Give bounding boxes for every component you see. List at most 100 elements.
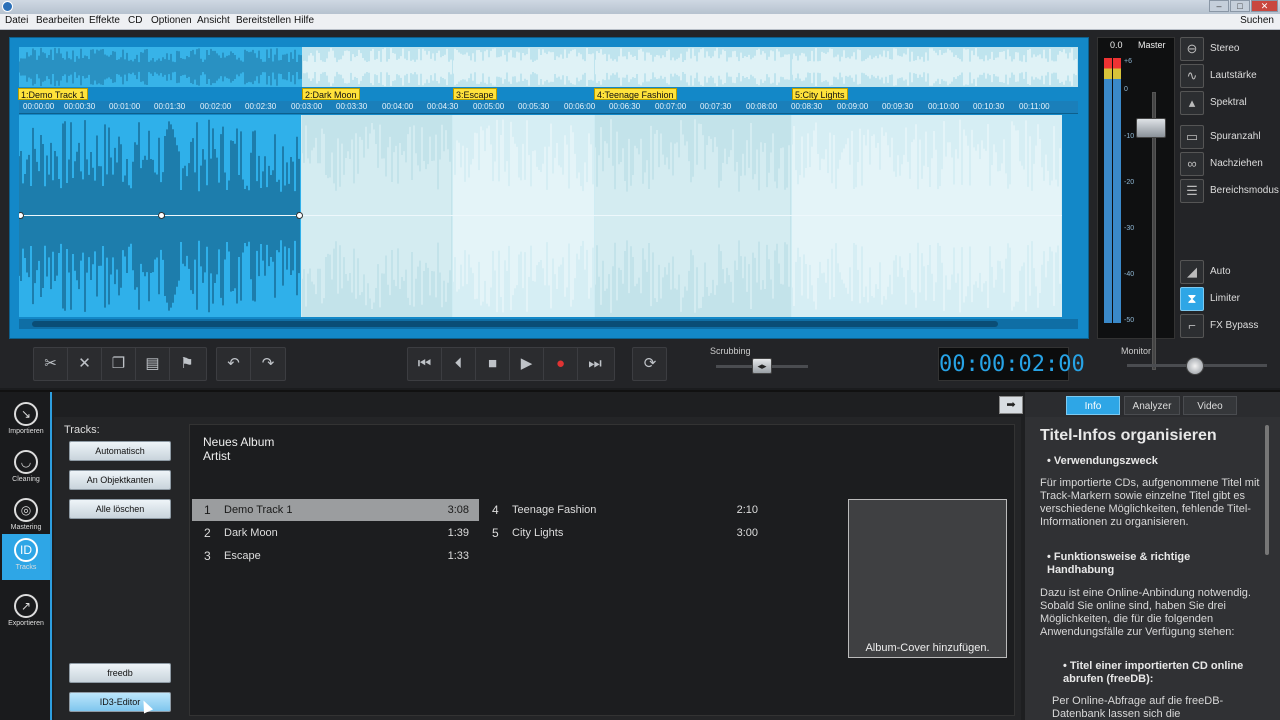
tab-analyzer[interactable]: Analyzer [1124, 396, 1180, 415]
play-icon[interactable]: ▶ [510, 348, 544, 380]
copy-icon[interactable]: ❐ [102, 348, 136, 380]
minimize-button[interactable]: – [1209, 0, 1229, 12]
ruler-tick: 00:07:30 [700, 102, 732, 111]
maximize-button[interactable]: □ [1230, 0, 1250, 12]
tab-video[interactable]: Video [1183, 396, 1237, 415]
info-title: Titel-Infos organisieren [1040, 427, 1217, 444]
track-marker-2[interactable]: 2:Dark Moon [302, 88, 360, 100]
nav-cleaning[interactable]: ◡ Cleaning [2, 446, 50, 492]
delete-icon[interactable]: ✕ [68, 348, 102, 380]
id3-editor-button[interactable]: ID3-Editor [69, 692, 171, 712]
track-number: 4 [492, 503, 499, 517]
track-region-3[interactable] [453, 115, 594, 317]
track-list-item[interactable]: 2 Dark Moon 1:39 [192, 522, 479, 544]
main-waveform[interactable] [19, 115, 1062, 317]
track-marker-1[interactable]: 1:Demo Track 1 [18, 88, 88, 100]
menu-bearbeiten[interactable]: Bearbeiten [36, 15, 84, 26]
track-list-item[interactable]: 4 Teenage Fashion 2:10 [480, 499, 768, 521]
menu-effekte[interactable]: Effekte [89, 15, 120, 26]
stereo-icon[interactable]: ⊖ [1180, 37, 1204, 61]
track-marker-5[interactable]: 5:City Lights [792, 88, 848, 100]
menu-cd[interactable]: CD [128, 15, 142, 26]
horizontal-scrollbar[interactable] [19, 319, 1078, 329]
fx-bypass-icon[interactable]: ⌐ [1180, 314, 1204, 338]
limiter-label: Limiter [1210, 293, 1241, 304]
ruler-tick: 00:10:30 [973, 102, 1005, 111]
track-region-2[interactable] [302, 115, 452, 317]
nav-tracks[interactable]: ID Tracks [2, 534, 50, 580]
previous-icon[interactable]: ⏴ [442, 348, 476, 380]
freedb-button[interactable]: freedb [69, 663, 171, 683]
ruler-tick: 00:07:00 [655, 102, 687, 111]
menu-hilfe[interactable]: Hilfe [294, 15, 314, 26]
album-title[interactable]: Neues Album [203, 435, 274, 449]
stop-icon[interactable]: ■ [476, 348, 510, 380]
meter-scale-label: 0 [1124, 86, 1128, 93]
range-mode-icon[interactable]: ☰ [1180, 179, 1204, 203]
track-name: Teenage Fashion [512, 504, 597, 516]
waveform-graphic [595, 47, 790, 87]
menu-datei[interactable]: Datei [5, 15, 28, 26]
overview-waveform[interactable] [19, 47, 1078, 87]
nav-export[interactable]: ↗ Exportieren [2, 590, 50, 636]
undo-icon[interactable]: ↶ [217, 348, 251, 380]
scrollbar-thumb[interactable] [32, 321, 998, 327]
volume-handle[interactable] [296, 212, 303, 219]
paste-icon[interactable]: ▤ [136, 348, 170, 380]
track-list-item[interactable]: 1 Demo Track 1 3:08 [192, 499, 479, 521]
track-list-item[interactable]: 3 Escape 1:33 [192, 545, 479, 567]
flag-icon[interactable]: ⚑ [170, 348, 204, 380]
album-cover-dropzone[interactable]: Album-Cover hinzufügen. [848, 499, 1007, 658]
track-duration: 1:39 [447, 527, 469, 539]
master-fader[interactable] [1136, 118, 1166, 138]
track-count-icon[interactable]: ▭ [1180, 125, 1204, 149]
skip-start-icon[interactable]: ⏮ [408, 348, 442, 380]
cleaning-icon: ◡ [14, 450, 38, 474]
scrubbing-knob[interactable]: ◂▸ [752, 358, 772, 374]
track-marker-3[interactable]: 3:Escape [453, 88, 497, 100]
info-bullet: • Titel einer importierten CD online abr… [1063, 660, 1244, 685]
waveform-graphic [303, 47, 452, 87]
scrubbing-label: Scrubbing [710, 346, 751, 356]
nav-import[interactable]: ↘ Importieren [2, 398, 50, 444]
monitor-label: Monitor [1121, 346, 1152, 356]
export-icon: ↗ [14, 594, 38, 618]
track-region-5[interactable] [792, 115, 1062, 317]
track-list-item[interactable]: 5 City Lights 3:00 [480, 522, 768, 544]
nav-export-label: Exportieren [8, 620, 44, 627]
track-marker-4[interactable]: 4:Teenage Fashion [594, 88, 677, 100]
monitor-knob[interactable] [1186, 357, 1204, 375]
volume-curve-icon[interactable]: ∿ [1180, 64, 1204, 88]
info-scrollbar[interactable] [1265, 425, 1269, 555]
delete-all-button[interactable]: Alle löschen [69, 499, 171, 519]
search-menu[interactable]: Suchen [1240, 15, 1274, 26]
mastering-icon: ◎ [14, 498, 38, 522]
volume-curve[interactable] [19, 215, 1062, 216]
menu-bereitstellen[interactable]: Bereitstellen [236, 15, 291, 26]
track-region-4[interactable] [595, 115, 791, 317]
auto-icon[interactable]: ◢ [1180, 260, 1204, 284]
limiter-icon[interactable]: ⧗ [1180, 287, 1204, 311]
expand-arrow-icon[interactable]: ➡ [999, 396, 1023, 414]
overview-segment-4 [595, 47, 791, 87]
skip-end-icon[interactable]: ⏭ [578, 348, 612, 380]
record-icon[interactable]: ● [544, 348, 578, 380]
object-edges-button[interactable]: An Objektkanten [69, 470, 171, 490]
waveform-graphic [302, 122, 451, 310]
menu-ansicht[interactable]: Ansicht [197, 15, 230, 26]
loop-icon[interactable]: ⟳ [633, 348, 667, 380]
volume-handle[interactable] [158, 212, 165, 219]
follow-icon[interactable]: ∞ [1180, 152, 1204, 176]
menu-bar: Datei Bearbeiten Effekte CD Optionen Ans… [0, 14, 1280, 30]
ruler-tick: 00:02:30 [245, 102, 277, 111]
ruler-tick: 00:00:00 [23, 102, 55, 111]
time-ruler[interactable]: 00:00:00 00:00:30 00:01:00 00:01:30 00:0… [19, 101, 1078, 114]
scissors-icon[interactable]: ✂ [34, 348, 68, 380]
spectral-icon[interactable]: ▴ [1180, 91, 1204, 115]
auto-button[interactable]: Automatisch [69, 441, 171, 461]
redo-icon[interactable]: ↷ [251, 348, 285, 380]
album-artist[interactable]: Artist [203, 449, 230, 463]
menu-optionen[interactable]: Optionen [151, 15, 192, 26]
tab-info[interactable]: Info [1066, 396, 1120, 415]
close-button[interactable]: ✕ [1251, 0, 1278, 12]
